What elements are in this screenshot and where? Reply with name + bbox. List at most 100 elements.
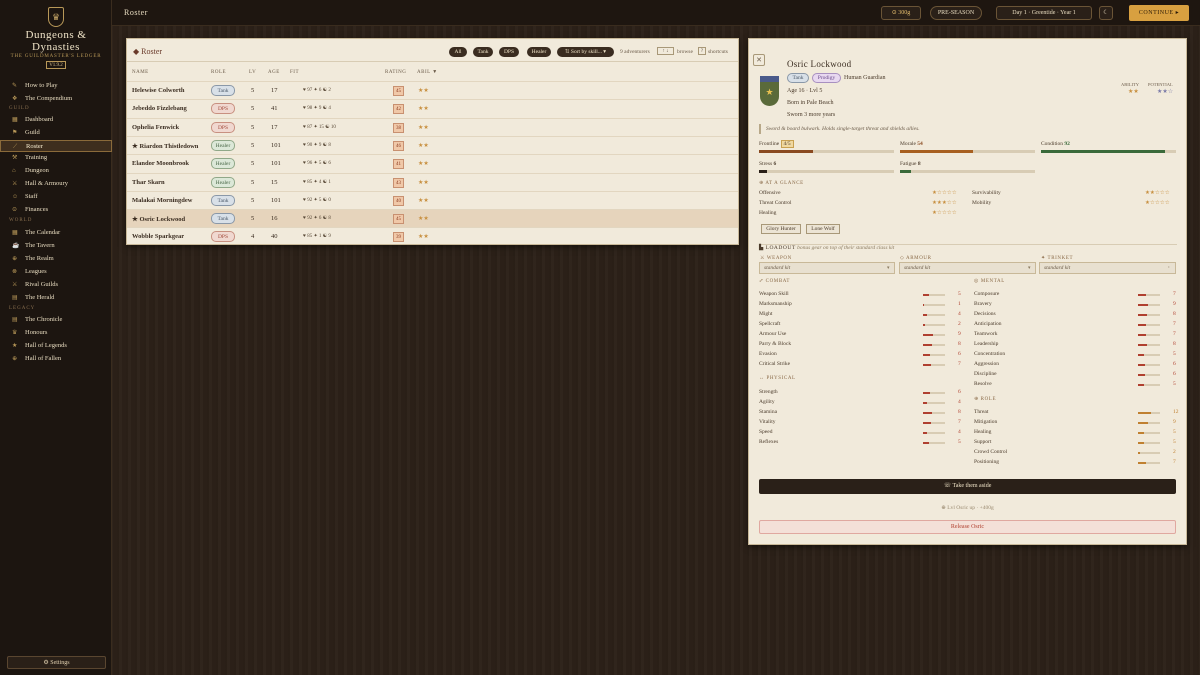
attribute-label: Spellcraft bbox=[759, 321, 781, 327]
attribute-label: Stamina bbox=[759, 409, 778, 415]
table-row[interactable]: Wobble Sparkgear DPS 4 40 ♥ 85 ✦ 1 ☯ 9 39 ★★ bbox=[127, 227, 738, 245]
table-row[interactable]: ★ Osric Lockwood Tank 5 16 ♥ 92 ✦ 6 ☯ 8 45 ★★ bbox=[127, 209, 738, 228]
sidebar-item-training[interactable]: ⚒ Training bbox=[0, 152, 112, 164]
attribute-value: 8 bbox=[1173, 311, 1176, 317]
sidebar-item-roster[interactable]: ⟋ Roster bbox=[0, 139, 112, 152]
age: 15 bbox=[271, 178, 278, 186]
contract-length: Sworn 3 more years bbox=[787, 112, 836, 118]
table-row[interactable]: Helewise Colworth Tank 5 17 ♥ 97 ✦ 6 ☯ 2 45 ★★ bbox=[127, 81, 738, 99]
attribute-bar bbox=[923, 324, 945, 326]
attribute-label: Agility bbox=[759, 399, 775, 405]
armour-slot-select[interactable]: standard kit bbox=[899, 262, 1036, 274]
col-ability[interactable]: ABIL ▼ bbox=[417, 70, 438, 75]
col-level[interactable]: LV bbox=[249, 70, 256, 75]
attribute-value: 9 bbox=[958, 331, 961, 337]
table-row[interactable]: ★ Riardon Thistledown Healer 5 101 ♥ 90 ✦ 9 … bbox=[127, 135, 738, 154]
attribute-value: 5 bbox=[1173, 351, 1176, 357]
filter-all[interactable]: All bbox=[449, 47, 467, 57]
close-icon[interactable]: ✕ bbox=[753, 54, 765, 66]
app-subtitle: THE GUILDMASTER'S LEDGER bbox=[10, 54, 102, 59]
col-name[interactable]: NAME bbox=[132, 70, 149, 75]
sidebar-item-the-tavern[interactable]: ☕ The Tavern bbox=[0, 240, 112, 252]
trait-lone-wolf[interactable]: Lone Wolf bbox=[806, 224, 840, 234]
glance-label: Threat Control bbox=[759, 200, 792, 206]
sidebar-item-the-realm[interactable]: ⊕ The Realm bbox=[0, 253, 112, 265]
age: 41 bbox=[271, 105, 278, 113]
sidebar-item-hall-of-fallen[interactable]: ⊕ Hall of Fallen bbox=[0, 353, 112, 365]
sidebar-item-the-calendar[interactable]: ▦ The Calendar bbox=[0, 227, 112, 239]
level: 4 bbox=[251, 233, 255, 241]
rating-badge: 42 bbox=[393, 104, 404, 115]
weapon-slot-select[interactable]: standard kit bbox=[759, 262, 895, 274]
col-rating[interactable]: RATING bbox=[385, 70, 406, 75]
attribute-label: Composure bbox=[974, 291, 1000, 297]
sidebar-item-guild[interactable]: ⚑ Guild bbox=[0, 127, 112, 139]
sidebar-item-staff[interactable]: ☺ Staff bbox=[0, 191, 112, 203]
sidebar-item-label: The Compendium bbox=[25, 95, 73, 102]
fatigue-value: 8 bbox=[917, 161, 921, 167]
take-aside-button[interactable]: ☏ Take them aside bbox=[759, 479, 1176, 494]
sidebar-item-rival-guilds[interactable]: ⚔ Rival Guilds bbox=[0, 279, 112, 291]
sidebar-item-the-herald[interactable]: ▤ The Herald bbox=[0, 292, 112, 304]
sidebar-item-dungeon[interactable]: ⌂ Dungeon bbox=[0, 165, 112, 177]
continue-button[interactable]: CONTINUE ▸ bbox=[1129, 5, 1189, 21]
attribute-value: 8 bbox=[958, 409, 961, 415]
realm-icon: ⊕ bbox=[12, 256, 18, 262]
trinket-slot-select[interactable]: standard kit bbox=[1039, 262, 1176, 274]
table-row[interactable]: Ophelia Fenwick DPS 5 17 ♥ 87 ✦ 15 ☯ 10 38 ★★ bbox=[127, 117, 738, 136]
filter-healer[interactable]: Healer bbox=[527, 47, 551, 57]
attribute-value: 5 bbox=[1173, 439, 1176, 445]
col-fit[interactable]: FIT bbox=[290, 70, 299, 75]
rivals-icon: ⚔ bbox=[12, 282, 18, 288]
level: 5 bbox=[251, 160, 255, 168]
sidebar-item-dashboard[interactable]: ▦ Dashboard bbox=[0, 114, 112, 126]
attribute-value: 6 bbox=[1173, 361, 1176, 367]
nav-section-legacy: LEGACY bbox=[9, 306, 36, 311]
attribute-bar bbox=[1138, 334, 1160, 336]
sidebar-item-label: Leagues bbox=[25, 268, 47, 275]
table-row[interactable]: Malakai Morningdew Tank 5 101 ♥ 92 ✦ 5 ☯ 0 40… bbox=[127, 190, 738, 209]
attribute-value: 7 bbox=[958, 419, 961, 425]
sidebar-item-how-to-play[interactable]: ✎ How to Play bbox=[0, 80, 112, 92]
sidebar-item-finances[interactable]: ⊙ Finances bbox=[0, 204, 112, 216]
table-row[interactable]: Elandor Moonbrook Healer 5 101 ♥ 96 ✦ 5 ☯ 6 4… bbox=[127, 154, 738, 172]
release-button[interactable]: Release Osric bbox=[759, 520, 1176, 534]
fitness-stats: ♥ 97 ✦ 6 ☯ 2 bbox=[303, 88, 331, 93]
sidebar-item-the-chronicle[interactable]: ▤ The Chronicle bbox=[0, 314, 112, 326]
attribute-bar bbox=[923, 422, 945, 424]
sidebar-item-hall-of-legends[interactable]: ★ Hall of Legends bbox=[0, 340, 112, 352]
attribute-label: Threat bbox=[974, 409, 989, 415]
help-key-icon: ? bbox=[698, 47, 706, 55]
col-role[interactable]: ROLE bbox=[211, 70, 226, 75]
glance-stars: ★☆☆☆☆ bbox=[932, 190, 957, 196]
filter-tank[interactable]: Tank bbox=[473, 47, 493, 57]
sidebar-item-label: Guild bbox=[25, 128, 40, 136]
sidebar-item-hall-armoury[interactable]: ⚔ Hall & Armoury bbox=[0, 178, 112, 190]
attribute-label: Positioning bbox=[974, 459, 1000, 465]
stress-bar bbox=[759, 170, 894, 173]
level: 5 bbox=[251, 141, 255, 149]
trait-glory-hunter[interactable]: Glory Hunter bbox=[761, 224, 801, 234]
settings-button[interactable]: ⚙ Settings bbox=[7, 656, 106, 669]
staff-icon: ☺ bbox=[12, 193, 19, 200]
sidebar-item-honours[interactable]: ♛ Honours bbox=[0, 327, 112, 339]
sidebar-item-label: Rival Guilds bbox=[25, 281, 59, 288]
table-row[interactable]: Jebeddo Fizzlebang DPS 5 41 ♥ 98 ✦ 9 ☯ 4 42 ★★ bbox=[127, 99, 738, 117]
ability-stars: ★★ bbox=[418, 124, 429, 131]
frontline-bar bbox=[759, 150, 894, 153]
glance-stars: ★★☆☆☆ bbox=[1145, 190, 1170, 196]
table-row[interactable]: Thar Skarn Healer 5 15 ♥ 85 ✦ 4 ☯ 1 43 ★★ bbox=[127, 172, 738, 191]
filter-dps[interactable]: DPS bbox=[499, 47, 519, 57]
attribute-label: Weapon Skill bbox=[759, 291, 789, 297]
moon-icon[interactable]: ☾ bbox=[1099, 6, 1113, 20]
adventurer-count: 9 adventurers bbox=[620, 49, 650, 55]
sort-dropdown[interactable]: ⇅ Sort by skill... ▾ bbox=[557, 47, 614, 57]
sidebar-item-the-compendium[interactable]: ❖ The Compendium bbox=[0, 93, 112, 105]
sidebar-item-leagues[interactable]: ⊗ Leagues bbox=[0, 266, 112, 278]
browse-label: browse bbox=[677, 49, 693, 55]
condition-bar bbox=[1041, 150, 1176, 153]
col-age[interactable]: AGE bbox=[268, 70, 280, 75]
attribute-bar bbox=[923, 314, 945, 316]
tavern-icon: ☕ bbox=[12, 243, 20, 249]
attribute-value: 5 bbox=[958, 291, 961, 297]
